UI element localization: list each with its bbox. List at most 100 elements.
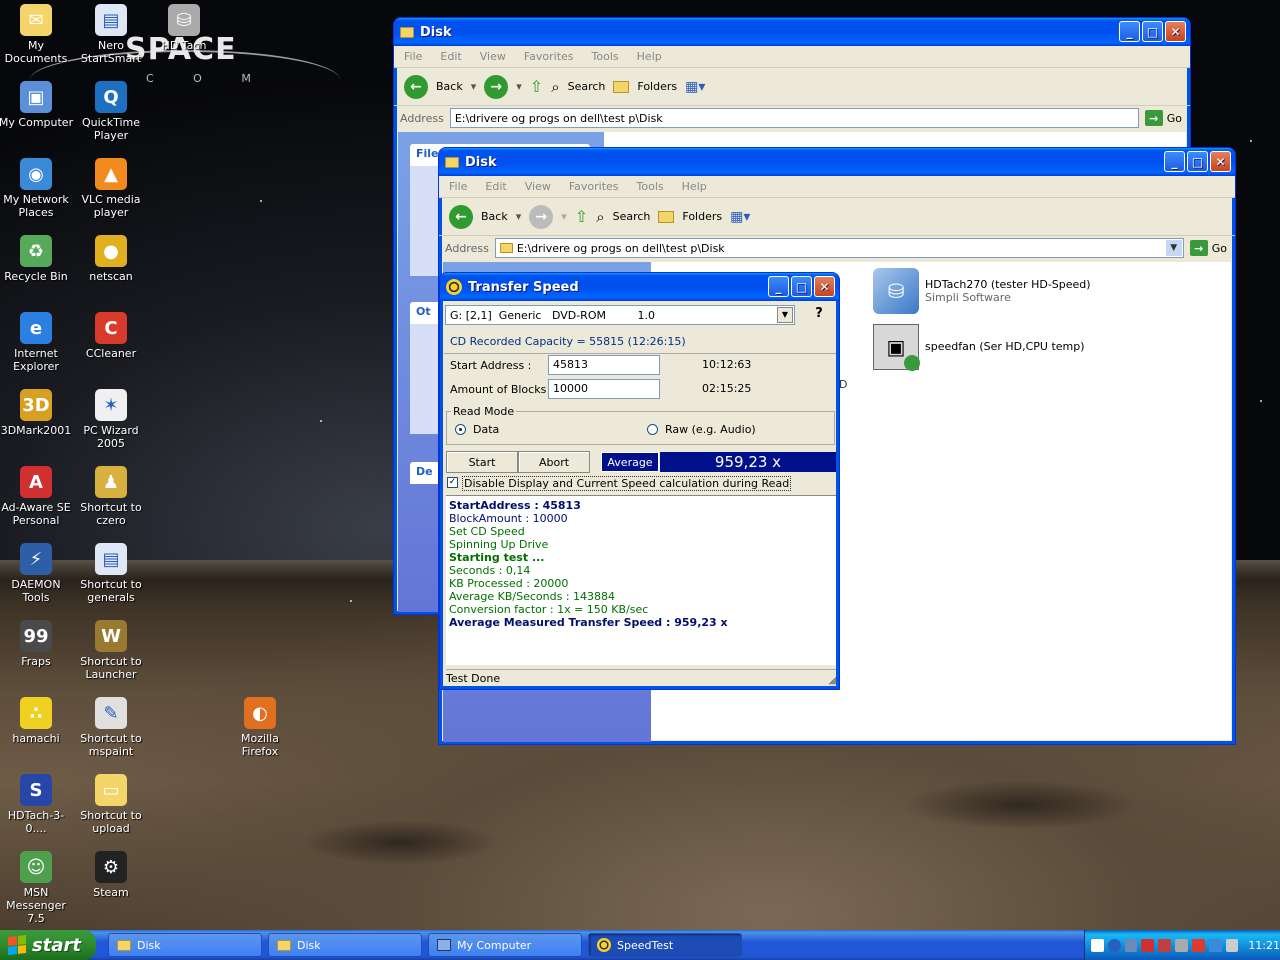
back-button[interactable]: Back [436, 80, 463, 93]
menu-tools[interactable]: Tools [592, 50, 619, 63]
desktop-icon[interactable]: A Ad-Aware SE Personal [0, 466, 74, 527]
up-folder-icon[interactable]: ⇧ [530, 77, 543, 96]
antivirus-icon[interactable] [1141, 938, 1155, 952]
desktop-icon[interactable]: ▲ VLC media player [73, 158, 149, 219]
dropdown-arrow-icon[interactable]: ▾ [471, 80, 477, 93]
close-button[interactable]: ✕ [814, 276, 835, 297]
close-button[interactable]: ✕ [1210, 151, 1231, 172]
start-button[interactable]: Start [446, 451, 518, 473]
folders-icon[interactable] [613, 80, 630, 93]
abort-button[interactable]: Abort [518, 451, 590, 473]
dropdown-arrow-icon[interactable]: ▾ [516, 210, 522, 223]
views-icon[interactable]: ▦▾ [730, 209, 750, 225]
desktop-icon[interactable]: ✎ Shortcut to mspaint [73, 697, 149, 758]
file-item[interactable]: ▣ speedfan (Ser HD,CPU temp) [873, 324, 1085, 371]
help-tray-icon[interactable] [1091, 938, 1104, 952]
desktop-icon[interactable]: ♟ Shortcut to czero [73, 466, 149, 527]
desktop-icon[interactable]: ▤ Nero StartSmart [73, 4, 149, 65]
desktop-icon[interactable]: ◐ Mozilla Firefox [222, 697, 298, 758]
desktop-icon[interactable]: 3D 3DMark2001 [0, 389, 74, 437]
search-button[interactable]: Search [613, 210, 651, 223]
address-field[interactable]: E:\drivere og progs on dell\test p\Disk … [494, 238, 1184, 258]
desktop-icon[interactable]: ▤ Shortcut to generals [73, 543, 149, 604]
forward-arrow-icon[interactable]: → [529, 204, 554, 229]
dropdown-arrow-icon[interactable]: ▾ [516, 80, 522, 93]
help-button[interactable]: ? [810, 306, 828, 324]
start-address-input[interactable]: 45813 [548, 355, 660, 375]
search-icon[interactable]: ⌕ [551, 78, 559, 96]
raw-radio[interactable] [647, 424, 658, 435]
address-dropdown-icon[interactable]: ▼ [1165, 240, 1182, 256]
disable-checkbox[interactable]: ✓ [447, 477, 458, 488]
desktop-icon[interactable]: ⚙ Steam [73, 851, 149, 899]
minimize-button[interactable]: _ [1119, 21, 1140, 42]
data-radio[interactable] [455, 424, 466, 435]
up-folder-icon[interactable]: ⇧ [575, 207, 588, 226]
dropdown-arrow-icon[interactable]: ▾ [561, 210, 567, 223]
back-button[interactable]: Back [481, 210, 508, 223]
start-button[interactable]: start [0, 930, 96, 960]
wifi-icon[interactable] [1225, 938, 1239, 952]
back-arrow-icon[interactable]: ← [404, 74, 428, 99]
desktop-icon[interactable]: ☺ MSN Messenger 7.5 [0, 851, 74, 925]
search-button[interactable]: Search [568, 80, 606, 93]
title-bar[interactable]: Disk _ □ ✕ [439, 148, 1235, 176]
maximize-button[interactable]: □ [1187, 151, 1208, 172]
power-icon[interactable] [1191, 938, 1205, 952]
menu-file[interactable]: File [449, 180, 467, 193]
desktop-icon[interactable]: ◉ My Network Places [0, 158, 74, 219]
file-item[interactable]: ⛁ HDTach270 (tester HD-Speed) Simpli Sof… [873, 268, 1091, 314]
maximize-button[interactable]: □ [791, 276, 812, 297]
folders-button[interactable]: Folders [682, 210, 722, 223]
bluetooth-icon[interactable] [1208, 938, 1222, 952]
menu-favorites[interactable]: Favorites [524, 50, 574, 63]
desktop-icon[interactable]: ⛁ HD Tach [146, 4, 222, 52]
menu-tools[interactable]: Tools [637, 180, 664, 193]
taskbar-item[interactable]: Disk [268, 933, 422, 957]
go-button[interactable]: → Go [1144, 110, 1190, 126]
desktop-icon[interactable]: Q QuickTime Player [73, 81, 149, 142]
folders-icon[interactable] [658, 210, 675, 223]
desktop-icon[interactable]: ⚡ DAEMON Tools [0, 543, 74, 604]
blocks-input[interactable]: 10000 [548, 379, 660, 399]
menu-help[interactable]: Help [682, 180, 707, 193]
network-icon[interactable] [1124, 938, 1138, 952]
desktop-icon[interactable]: e Internet Explorer [0, 312, 74, 373]
search-icon[interactable]: ⌕ [596, 208, 604, 226]
minimize-button[interactable]: _ [768, 276, 789, 297]
views-icon[interactable]: ▦▾ [685, 79, 705, 95]
taskbar-item[interactable]: Disk [108, 933, 262, 957]
desktop-icon[interactable]: S HDTach-3-0.... [0, 774, 74, 835]
desktop-icon[interactable]: ∴ hamachi [0, 697, 74, 745]
dropdown-arrow-icon[interactable]: ▼ [777, 307, 793, 323]
folders-button[interactable]: Folders [637, 80, 677, 93]
taskbar-item[interactable]: My Computer [428, 933, 582, 957]
desktop-icon[interactable]: ● netscan [73, 235, 149, 283]
desktop-icon[interactable]: ♻ Recycle Bin [0, 235, 74, 283]
drive-select[interactable]: G: [2,1] Generic DVD-ROM 1.0 ▼ [445, 305, 795, 325]
desktop-icon[interactable]: ▭ Shortcut to upload [73, 774, 149, 835]
desktop-icon[interactable]: ▣ My Computer [0, 81, 74, 129]
back-arrow-icon[interactable]: ← [449, 204, 473, 229]
menu-edit[interactable]: Edit [485, 180, 506, 193]
monitor-icon[interactable] [1158, 938, 1172, 952]
go-button[interactable]: → Go [1189, 240, 1235, 256]
resize-grip-icon[interactable]: ◢ [828, 675, 836, 686]
close-button[interactable]: ✕ [1165, 21, 1186, 42]
desktop-icon[interactable]: 99 Fraps [0, 620, 74, 668]
desktop-icon[interactable]: W Shortcut to Launcher [73, 620, 149, 681]
address-field[interactable]: E:\drivere og progs on dell\test p\Disk [449, 108, 1139, 128]
menu-view[interactable]: View [525, 180, 551, 193]
minimize-button[interactable]: _ [1164, 151, 1185, 172]
taskbar-item[interactable]: SpeedTest [588, 933, 742, 957]
menu-edit[interactable]: Edit [440, 50, 461, 63]
menu-view[interactable]: View [480, 50, 506, 63]
forward-arrow-icon[interactable]: → [484, 74, 509, 99]
chevron-left-icon[interactable] [1107, 938, 1121, 952]
desktop-icon[interactable]: ✉ My Documents [0, 4, 74, 65]
menu-file[interactable]: File [404, 50, 422, 63]
title-bar[interactable]: Transfer Speed _ □ ✕ [440, 273, 839, 301]
menu-favorites[interactable]: Favorites [569, 180, 619, 193]
menu-help[interactable]: Help [637, 50, 662, 63]
desktop-icon[interactable]: ✶ PC Wizard 2005 [73, 389, 149, 450]
